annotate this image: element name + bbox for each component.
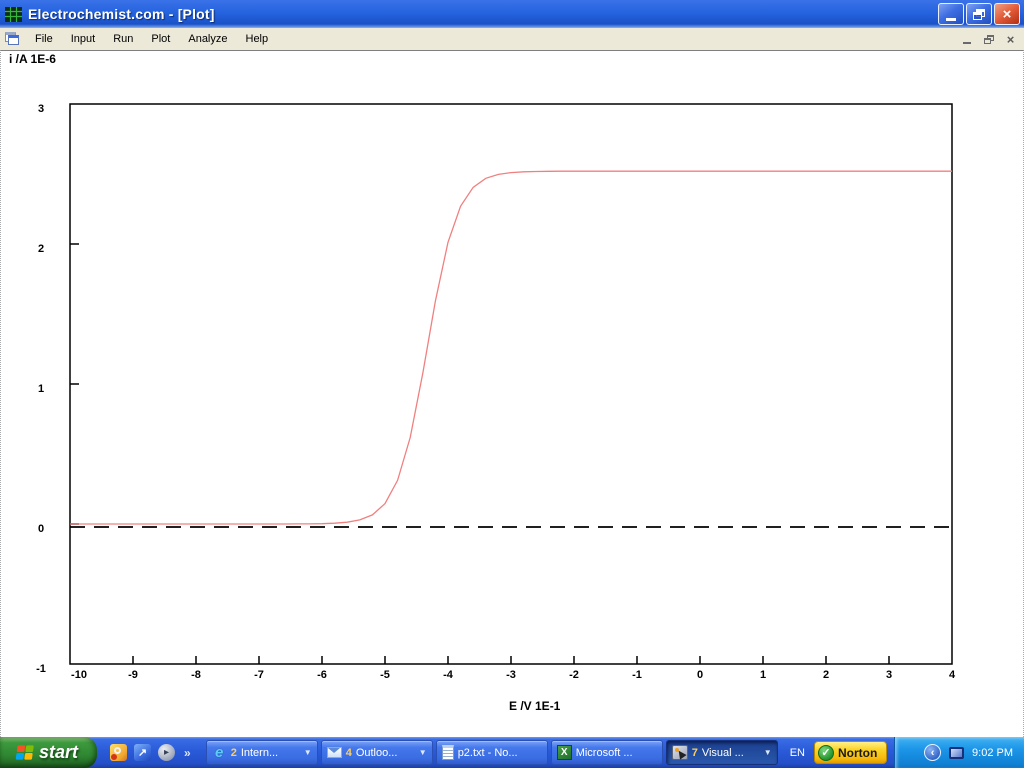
menu-help[interactable]: Help xyxy=(237,29,278,49)
internet-explorer-icon: e xyxy=(212,745,227,761)
task-label: Visual ... xyxy=(702,747,760,759)
menubar: File Input Run Plot Analyze Help × xyxy=(0,28,1024,50)
menu-file[interactable]: File xyxy=(26,29,62,49)
close-button[interactable]: × xyxy=(994,3,1020,25)
task-button-outlook[interactable]: 4 Outloo... ▼ xyxy=(321,740,433,765)
mdi-minimize-icon xyxy=(963,42,971,44)
group-dropdown-icon[interactable]: ▼ xyxy=(419,748,427,757)
minimize-button[interactable] xyxy=(938,3,964,25)
task-buttons: e 2 Intern... ▼ 4 Outloo... ▼ p2.txt - N… xyxy=(206,740,778,765)
window-controls: × xyxy=(938,3,1020,25)
task-button-visual-active[interactable]: 7 Visual ... ▼ xyxy=(666,740,778,765)
task-label: p2.txt - No... xyxy=(458,747,542,759)
task-label: Intern... xyxy=(241,747,300,759)
task-count-badge: 2 xyxy=(231,747,237,759)
task-button-internet[interactable]: e 2 Intern... ▼ xyxy=(206,740,318,765)
desktop-screen: Electrochemist.com - [Plot] × File Input… xyxy=(0,0,1024,768)
windows-flag-icon xyxy=(13,744,34,762)
search-tool-icon[interactable] xyxy=(110,744,127,761)
excel-icon: X xyxy=(557,745,572,760)
restore-button[interactable] xyxy=(966,3,992,25)
system-tray: ‹ 9:02 PM xyxy=(894,737,1024,768)
norton-check-icon: ✓ xyxy=(818,745,834,761)
mdi-restore-icon xyxy=(984,35,994,44)
notepad-icon xyxy=(442,745,454,760)
plot-client-area xyxy=(0,50,1024,737)
mdi-restore-button[interactable] xyxy=(980,32,997,47)
titlebar: Electrochemist.com - [Plot] × xyxy=(0,0,1024,28)
network-computer-tray-icon[interactable] xyxy=(949,747,964,759)
app-icon xyxy=(5,7,22,22)
task-label: Outloo... xyxy=(356,747,415,759)
group-dropdown-icon[interactable]: ▼ xyxy=(764,748,772,757)
quick-launch-overflow-chevron[interactable]: » xyxy=(184,746,191,760)
task-label: Microsoft ... xyxy=(576,747,657,759)
taskbar: start ↗ ▸ » e 2 Intern... ▼ 4 Outloo... … xyxy=(0,737,1024,768)
mdi-minimize-button[interactable] xyxy=(958,32,975,47)
norton-button[interactable]: ✓ Norton xyxy=(814,741,887,764)
language-indicator[interactable]: EN xyxy=(790,747,805,759)
launch-browser-icon[interactable]: ↗ xyxy=(134,744,151,761)
start-label: start xyxy=(39,742,84,763)
tray-collapse-chevron-icon[interactable]: ‹ xyxy=(924,744,941,761)
menu-run[interactable]: Run xyxy=(104,29,142,49)
close-icon: × xyxy=(1003,7,1012,22)
menu-analyze[interactable]: Analyze xyxy=(179,29,236,49)
task-count-badge: 7 xyxy=(692,747,698,759)
group-dropdown-icon[interactable]: ▼ xyxy=(304,748,312,757)
window-title: Electrochemist.com - [Plot] xyxy=(28,6,215,22)
mdi-window-controls: × xyxy=(958,32,1024,47)
task-button-excel[interactable]: X Microsoft ... xyxy=(551,740,663,765)
norton-label: Norton xyxy=(838,746,877,760)
clock: 9:02 PM xyxy=(972,747,1013,759)
task-button-notepad[interactable]: p2.txt - No... xyxy=(436,740,548,765)
x-axis-label: E /V 1E-1 xyxy=(509,699,560,713)
restore-icon xyxy=(973,9,985,20)
menu-plot[interactable]: Plot xyxy=(142,29,179,49)
task-count-badge: 4 xyxy=(346,747,352,759)
quick-launch-bar: ↗ ▸ » xyxy=(110,744,191,761)
mdi-child-icon[interactable] xyxy=(4,32,20,46)
media-player-icon[interactable]: ▸ xyxy=(158,744,175,761)
y-axis-label: i /A 1E-6 xyxy=(9,52,56,66)
visual-studio-icon xyxy=(672,745,688,760)
mdi-close-button[interactable]: × xyxy=(1002,32,1019,47)
outlook-icon xyxy=(327,747,342,758)
start-button[interactable]: start xyxy=(0,737,97,768)
mdi-close-icon: × xyxy=(1007,33,1015,46)
menu-input[interactable]: Input xyxy=(62,29,104,49)
minimize-icon xyxy=(946,18,956,21)
